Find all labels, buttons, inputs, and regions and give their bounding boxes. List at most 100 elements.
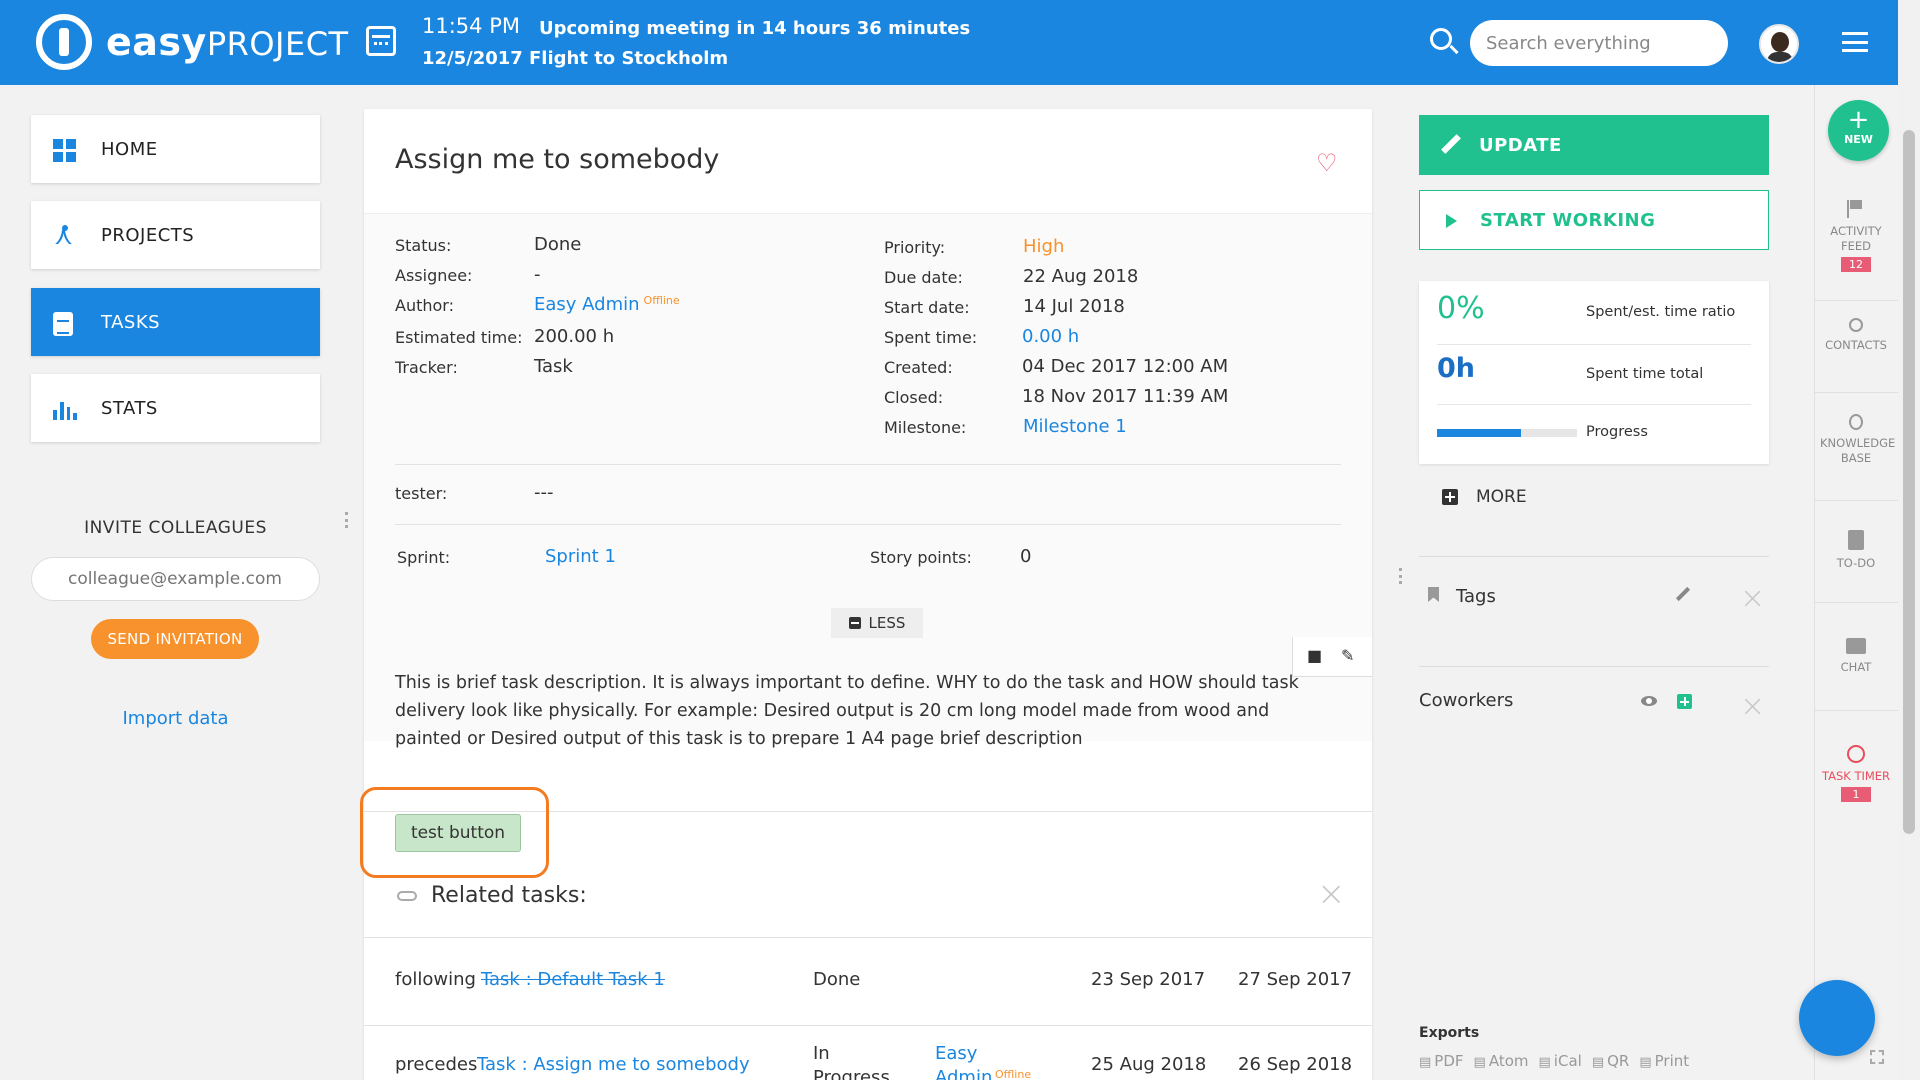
less-label: LESS (868, 614, 906, 632)
rail-knowledge-base[interactable]: KNOWLEDGE BASE (1814, 414, 1898, 466)
related-task-status: In Progress (813, 1043, 890, 1080)
calendar-icon[interactable] (366, 26, 396, 56)
export-qr-link[interactable]: QR (1592, 1052, 1629, 1070)
author-link[interactable]: Easy Admin (534, 294, 640, 315)
divider (1814, 710, 1898, 711)
export-print-link[interactable]: Print (1639, 1052, 1690, 1070)
task-timer-label: TASK TIMER (1821, 769, 1891, 783)
user-avatar[interactable] (1759, 24, 1799, 64)
search-icon[interactable] (1430, 28, 1452, 50)
chat-widget-button[interactable] (1799, 980, 1875, 1056)
divider (1814, 300, 1898, 301)
spent-time-value[interactable]: 0.00 h (1022, 326, 1079, 347)
due-date-label: Due date: (884, 268, 963, 287)
rail-activity-feed[interactable]: ACTIVITY FEED 12 (1814, 200, 1898, 272)
tester-value: --- (534, 482, 554, 503)
due-date-value: 22 Aug 2018 (1023, 266, 1139, 287)
upcoming-meeting[interactable]: Upcoming meeting in 14 hours 36 minutes (539, 18, 970, 39)
invite-title: INVITE COLLEAGUES (84, 518, 267, 538)
task-title: Assign me to somebody (395, 144, 720, 175)
estimated-time-label: Estimated time: (395, 328, 523, 347)
coworkers-title: Coworkers (1419, 690, 1514, 711)
close-coworkers-icon[interactable]: × (1740, 692, 1765, 722)
comment-icon[interactable]: ■ (1307, 648, 1323, 664)
start-working-label: START WORKING (1480, 209, 1656, 231)
task-description: This is brief task description. It is al… (395, 673, 1299, 749)
menu-icon[interactable] (1842, 32, 1868, 52)
export-pdf-link[interactable]: PDF (1419, 1052, 1463, 1070)
export-ical-link[interactable]: iCal (1539, 1052, 1582, 1070)
related-task-start: 23 Sep 2017 (1091, 969, 1206, 990)
milestone-value[interactable]: Milestone 1 (1023, 416, 1127, 437)
plus-icon (1442, 489, 1458, 505)
add-coworker-icon[interactable] (1677, 694, 1692, 709)
contacts-label: CONTACTS (1825, 338, 1887, 352)
priority-label: Priority: (884, 238, 946, 257)
rail-task-timer[interactable]: TASK TIMER 1 (1814, 745, 1898, 802)
logo-icon (36, 14, 92, 70)
watch-eye-icon[interactable] (1641, 696, 1657, 706)
play-icon (1446, 214, 1457, 228)
rail-contacts[interactable]: CONTACTS (1814, 318, 1898, 353)
time-stats-box: 0% Spent/est. time ratio 0h Spent time t… (1419, 281, 1769, 464)
favorite-heart-icon[interactable]: ♡ (1316, 151, 1340, 175)
related-task-assignee[interactable]: Easy Admin (935, 1042, 999, 1080)
divider (1419, 666, 1769, 667)
dashboard-icon (53, 139, 77, 162)
tag-bookmark-icon (1428, 587, 1439, 602)
resize-handle-left[interactable] (345, 512, 349, 528)
nav-tasks[interactable]: TASKS (31, 288, 320, 356)
new-button[interactable]: + NEW (1828, 100, 1889, 161)
more-label: MORE (1476, 487, 1527, 507)
milestone-label: Milestone: (884, 418, 967, 437)
less-toggle-button[interactable]: LESS (831, 608, 923, 638)
tracker-label: Tracker: (395, 358, 458, 377)
todo-clipboard-icon (1848, 530, 1864, 550)
pencil-icon (1441, 135, 1459, 153)
activity-feed-label: ACTIVITY FEED (1830, 224, 1882, 253)
resize-handle-right[interactable] (1399, 568, 1403, 584)
divider (1419, 556, 1769, 557)
sprint-value[interactable]: Sprint 1 (545, 546, 616, 567)
author-label: Author: (395, 296, 454, 315)
progress-label: Progress (1586, 424, 1648, 440)
close-related-icon[interactable]: × (1317, 877, 1346, 911)
assignee-value[interactable]: - (534, 264, 541, 285)
task-detail-card: Assign me to somebody ♡ Status: Done Ass… (360, 109, 1372, 1080)
scrollbar-thumb[interactable] (1903, 130, 1915, 834)
invite-email-input[interactable] (31, 557, 320, 601)
divider (1814, 500, 1898, 501)
export-atom-link[interactable]: Atom (1474, 1052, 1529, 1070)
search-input[interactable] (1470, 20, 1728, 66)
rail-chat[interactable]: CHAT (1814, 638, 1898, 675)
related-task-link[interactable]: Task : Assign me to somebody (477, 1054, 750, 1075)
nav-stats[interactable]: STATS (31, 374, 320, 442)
current-date: 12/5/2017 (422, 48, 523, 69)
start-working-button[interactable]: START WORKING (1419, 190, 1769, 250)
import-data-link[interactable]: Import data (31, 708, 320, 729)
created-label: Created: (884, 358, 953, 377)
nav-home-label: HOME (101, 138, 158, 160)
progress-bar (1437, 429, 1577, 437)
edit-tags-icon[interactable] (1676, 588, 1690, 602)
nav-projects[interactable]: PROJECTS (31, 201, 320, 269)
send-invitation-button[interactable]: SEND INVITATION (91, 619, 259, 659)
edit-description-icon[interactable]: ✎ (1341, 648, 1357, 664)
nav-home[interactable]: HOME (31, 115, 320, 183)
author-status-badge: Offline (643, 294, 680, 307)
app-logo[interactable]: easyPROJECT (36, 14, 349, 70)
fullscreen-icon[interactable] (1870, 1050, 1884, 1064)
spent-time-label: Spent time: (884, 328, 978, 347)
rail-todo[interactable]: TO-DO (1814, 530, 1898, 571)
upcoming-event[interactable]: Flight to Stockholm (529, 48, 728, 69)
update-button[interactable]: UPDATE (1419, 115, 1769, 175)
chat-label: CHAT (1840, 660, 1872, 674)
tester-label: tester: (395, 484, 448, 503)
current-time: 11:54 PM (422, 14, 520, 38)
close-tags-icon[interactable]: × (1740, 584, 1765, 614)
more-button[interactable]: MORE (1442, 487, 1527, 507)
assignee-status-badge: Offline (995, 1068, 1032, 1080)
status-value: Done (534, 234, 582, 255)
test-button[interactable]: test button (395, 814, 521, 852)
related-task-link[interactable]: Task : Default Task 1 (481, 969, 665, 990)
